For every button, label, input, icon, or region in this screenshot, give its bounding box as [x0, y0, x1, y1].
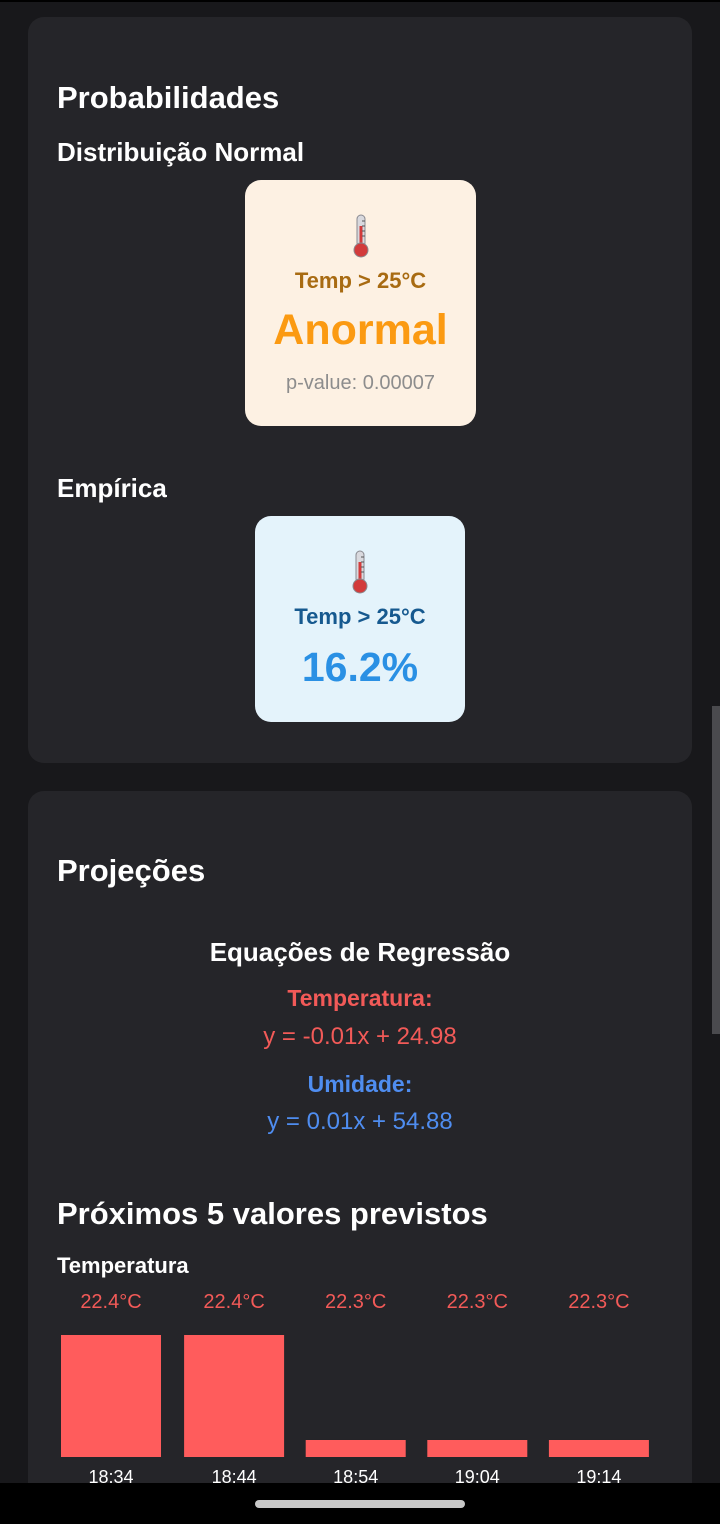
bar-data-label: 22.3°C: [325, 1291, 386, 1313]
thermometer-icon: [353, 214, 368, 258]
scrollbar[interactable]: [712, 706, 720, 1034]
forecast-bar: [548, 1439, 649, 1457]
thermometer-icon: [352, 550, 368, 594]
forecast-bar: [61, 1335, 161, 1457]
normal-threshold-label: Temp > 25°C: [294, 268, 427, 293]
empirical-box: Temp > 25°C 16.2%: [255, 516, 465, 722]
forecast-bar: [427, 1439, 528, 1457]
empirical-threshold-label: Temp > 25°C: [294, 604, 426, 629]
forecast-bar-chart: 22.4°C18:3422.4°C18:4422.3°C18:5422.3°C1…: [61, 1291, 649, 1487]
bar-data-label: 22.3°C: [447, 1291, 508, 1313]
forecast-bar: [305, 1439, 406, 1457]
empirical-percentage-value: 16.2%: [301, 644, 419, 690]
bar-data-label: 22.4°C: [203, 1291, 264, 1313]
forecast-bar: [184, 1335, 285, 1457]
normal-distribution-title: Distribuição Normal: [57, 137, 305, 167]
status-bar-edge: [0, 0, 720, 2]
probabilities-card: Probabilidades Distribuição Normal Temp …: [28, 17, 692, 763]
empirical-title: Empírica: [57, 473, 167, 503]
normal-distribution-box: Temp > 25°C Anormal p-value: 0.00007: [245, 180, 476, 426]
projections-card: Projeções Equações de Regressão Temperat…: [28, 791, 692, 1511]
normal-result-value: Anormal: [273, 306, 448, 354]
home-gesture-handle[interactable]: [255, 1500, 465, 1508]
navigation-bar: [0, 1483, 720, 1524]
bar-data-label: 22.4°C: [80, 1291, 141, 1313]
probabilities-title: Probabilidades: [57, 80, 280, 115]
bar-data-label: 22.3°C: [568, 1291, 629, 1313]
p-value-text: p-value: 0.00007: [285, 372, 435, 394]
